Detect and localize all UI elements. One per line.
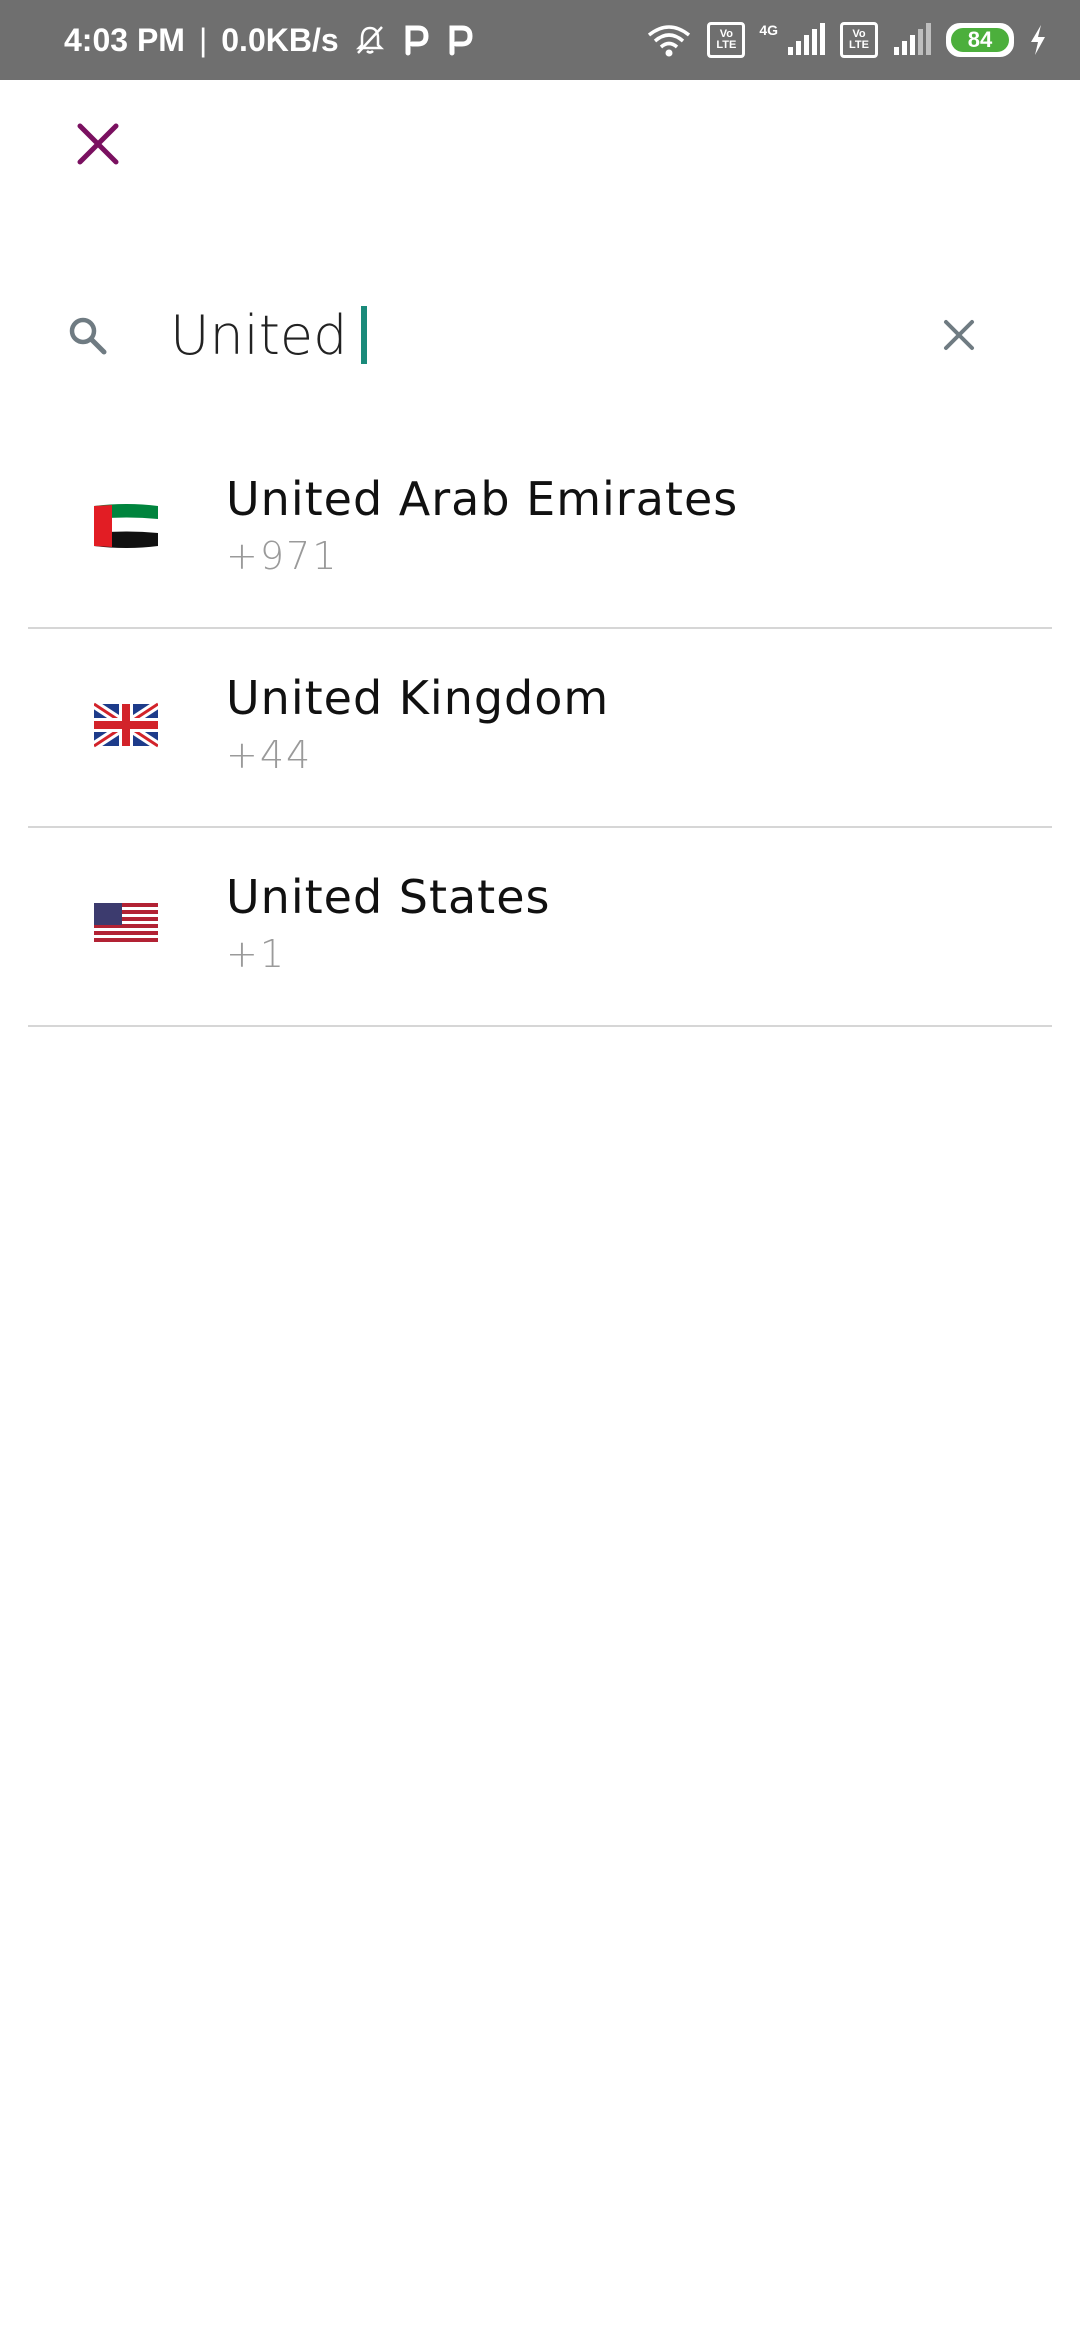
- volte-badge-2: Vo LTE: [840, 22, 878, 58]
- volte-bottom: LTE: [716, 39, 737, 51]
- battery-indicator: 84: [946, 23, 1014, 57]
- search-input-value: United: [170, 303, 348, 367]
- country-name: United States: [226, 870, 551, 924]
- country-name: United Arab Emirates: [226, 472, 739, 526]
- text-caret: [361, 306, 368, 364]
- battery-level: 84: [951, 27, 1009, 52]
- signal-icon-2: [894, 23, 931, 55]
- parking-app-icon: [405, 25, 429, 56]
- bell-muted-icon: [355, 26, 384, 54]
- status-right: Vo LTE 4G Vo LTE 84: [645, 0, 1048, 80]
- volte-bottom-2: LTE: [849, 39, 869, 51]
- charging-bolt-icon: [1031, 25, 1045, 55]
- country-dial-code: +971: [226, 534, 339, 578]
- uk-flag-icon: [94, 700, 158, 750]
- search-bar: United: [64, 290, 1004, 380]
- country-list-item[interactable]: United Kingdom +44: [28, 629, 1052, 828]
- country-list-item[interactable]: United Arab Emirates +971: [28, 430, 1052, 629]
- status-time: 4:03 PM: [64, 21, 185, 58]
- country-dial-code: +44: [226, 733, 313, 777]
- parking-app-icon-2: [449, 25, 473, 56]
- country-picker-sheet: [0, 80, 1080, 2340]
- clear-search-icon[interactable]: [932, 308, 986, 362]
- country-dial-code: +1: [226, 932, 287, 976]
- status-bar: 4:03 PM | 0.0KB/s Vo LTE 4G Vo LTE 84: [0, 0, 1080, 80]
- wifi-icon: [648, 25, 691, 57]
- us-flag-icon: [94, 903, 158, 945]
- country-name: United Kingdom: [226, 671, 610, 725]
- country-list-item[interactable]: United States +1: [28, 828, 1052, 1027]
- status-left: 4:03 PM | 0.0KB/s: [64, 0, 475, 80]
- volte-badge-1: Vo LTE: [707, 22, 746, 58]
- signal-icon-1: [788, 23, 825, 55]
- uae-flag-icon: [94, 504, 158, 548]
- search-input[interactable]: United: [170, 290, 890, 380]
- close-button[interactable]: [64, 110, 132, 178]
- country-list: United Arab Emirates +971 United Kingdom…: [28, 430, 1052, 1027]
- close-icon: [77, 123, 119, 165]
- search-icon: [69, 317, 107, 355]
- network-type: 4G: [759, 22, 778, 38]
- status-speed: 0.0KB/s: [221, 21, 339, 58]
- status-separator: |: [198, 21, 208, 58]
